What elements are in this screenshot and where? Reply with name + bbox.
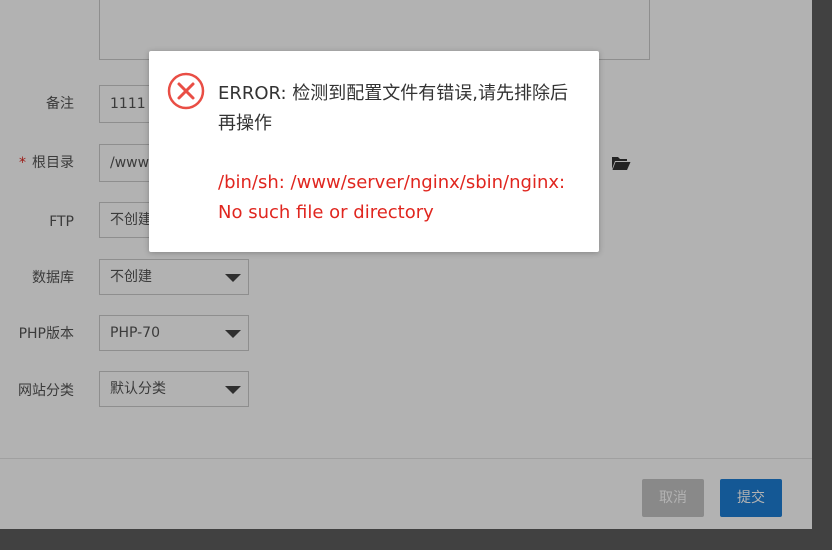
error-circle-icon [167,72,205,110]
error-title: ERROR: 检测到配置文件有错误,请先排除后再操作 [218,83,569,134]
error-message-box: ERROR: 检测到配置文件有错误,请先排除后再操作 /bin/sh: /www… [149,51,599,252]
error-detail: /bin/sh: /www/server/nginx/sbin/nginx: N… [218,172,566,223]
